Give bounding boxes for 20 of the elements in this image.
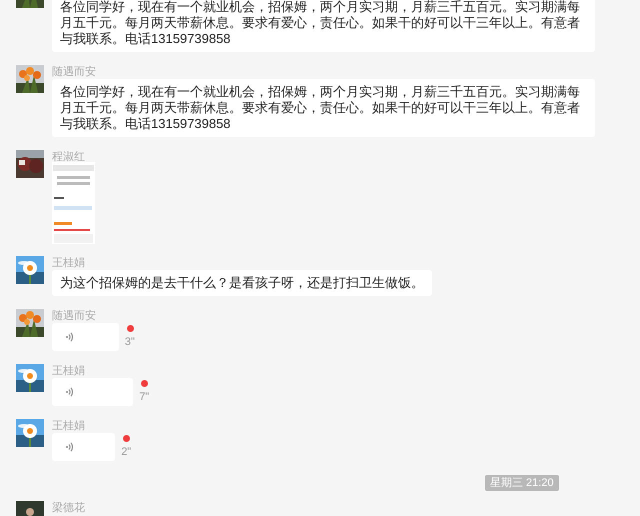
sender-name: 随遇而安 xyxy=(52,65,97,79)
voice-bubble[interactable] xyxy=(52,378,134,406)
voice-duration: 2" xyxy=(121,445,132,459)
message-bubble: 为这个招保姆的是去干什么？是看孩子呀，还是打扫卫生做饭。 xyxy=(52,270,432,296)
voice-duration: 3" xyxy=(124,335,135,349)
voice-icon xyxy=(66,387,74,397)
sender-name: 随遇而安 xyxy=(52,309,97,323)
message-bubble: 各位同学好，现在有一个就业机会，招保姆，两个月实习期，月薪三千五百元。实习期满每月五千元。每月两天带薪休息。要求有爱心，责任心。如果干的好可以干三年以上。有意者与我联系。电话13159739858 xyxy=(52,0,595,52)
sender-name: 王桂娟 xyxy=(52,419,86,433)
sender-name: 王桂娟 xyxy=(52,364,86,378)
voice-icon xyxy=(66,332,74,342)
voice-bubble[interactable] xyxy=(52,323,119,351)
voice-duration: 7" xyxy=(139,390,150,404)
message-bubble: 各位同学好，现在有一个就业机会，招保姆，两个月实习期，月薪三千五百元。实习期满每月五千元。每月两天带薪休息。要求有爱心，责任心。如果干的好可以干三年以上。有意者与我联系。电话13159739858 xyxy=(52,79,595,137)
sender-name: 王桂娟 xyxy=(52,256,86,270)
sender-name: 梁德花 xyxy=(52,501,85,515)
timestamp: 星期三 21:20 xyxy=(485,475,559,491)
voice-icon xyxy=(66,442,74,452)
sender-name: 程淑红 xyxy=(52,150,86,164)
voice-bubble[interactable] xyxy=(52,433,116,461)
